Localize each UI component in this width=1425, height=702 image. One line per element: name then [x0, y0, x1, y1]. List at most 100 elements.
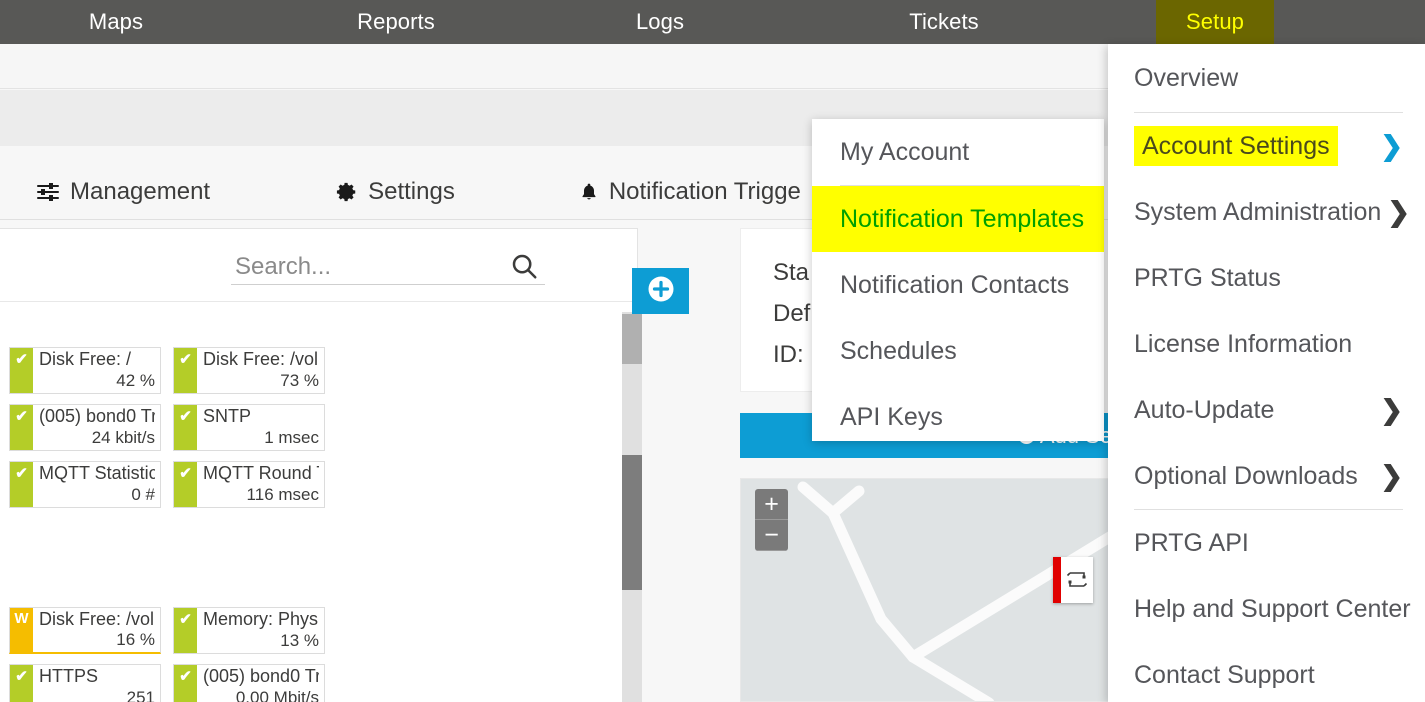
- setup-item-label-wrapper: Account Settings: [1134, 132, 1374, 161]
- panel-divider: [0, 301, 638, 302]
- setup-item-account-settings[interactable]: Account Settings ❯: [1108, 113, 1425, 179]
- setup-item-label: Account Settings: [1134, 126, 1338, 166]
- sensor-state-flag: ✔: [174, 462, 197, 507]
- sensor-value: 24 kbit/s: [39, 428, 155, 448]
- sensor-value: 1 msec: [203, 428, 319, 448]
- flyout-item-api-keys[interactable]: API Keys: [812, 384, 1104, 450]
- sensor-name: Disk Free: /vol…: [203, 349, 319, 370]
- topnav-item-maps[interactable]: Maps: [52, 0, 180, 44]
- sensor-state-flag: W: [10, 608, 33, 652]
- map-zoom-out-button[interactable]: −: [755, 520, 788, 551]
- sensor-state-flag: ✔: [174, 348, 197, 393]
- topnav-item-setup[interactable]: Setup: [1156, 0, 1274, 44]
- setup-item-label: Contact Support: [1134, 661, 1315, 690]
- sensor-value: 73 %: [203, 371, 319, 391]
- map-zoom-in-button[interactable]: +: [755, 489, 788, 520]
- sensor-name: (005) bond0 Tr…: [39, 406, 155, 427]
- sensor-grid-bottom: k Free: / 49 % W Disk Free: /vol… 16 % ✔…: [0, 607, 589, 702]
- flyout-item-my-account[interactable]: My Account: [812, 119, 1104, 185]
- sensor-grid-top: U Load 10 3 % ✔ Disk Free: / 42 % ✔ Disk…: [0, 347, 589, 518]
- setup-item-label: Help and Support Center: [1134, 595, 1411, 624]
- plus-circle-icon: [646, 274, 676, 309]
- sensor-tile[interactable]: ✔ SNTP 1 msec: [173, 404, 325, 451]
- sensor-value: 13 %: [203, 631, 319, 651]
- setup-item-label: System Administration: [1134, 198, 1381, 227]
- setup-item-label: PRTG Status: [1134, 264, 1281, 293]
- account-settings-flyout-menu: My Account Notification Templates Notifi…: [812, 119, 1104, 441]
- tab-management[interactable]: Management: [22, 178, 224, 206]
- chevron-right-icon: ❯: [1380, 395, 1403, 426]
- sensor-name: Disk Free: /vol…: [39, 609, 155, 630]
- setup-item-contact-support[interactable]: Contact Support: [1108, 642, 1425, 702]
- sensor-tile[interactable]: ✔ Disk Free: / 42 %: [9, 347, 161, 394]
- sensor-list-panel: Search... U Load 10 3 %: [0, 228, 638, 702]
- map-zoom-controls[interactable]: + −: [755, 489, 788, 551]
- sensor-state-flag: ✔: [10, 405, 33, 450]
- setup-item-prtg-status[interactable]: PRTG Status: [1108, 245, 1425, 311]
- sensor-list-scrollbar-thumb[interactable]: [622, 455, 642, 590]
- top-navigation-bar: Maps Reports Logs Tickets Setup: [0, 0, 1425, 44]
- sensor-tile[interactable]: ✔ Memory: Physi… 13 %: [173, 607, 325, 654]
- setup-item-label: Optional Downloads: [1134, 462, 1374, 491]
- add-button[interactable]: [632, 268, 689, 314]
- sensor-tile[interactable]: ✔ Disk Free: /vol… 73 %: [173, 347, 325, 394]
- setup-item-label: Overview: [1134, 64, 1238, 93]
- map-device-marker[interactable]: [1053, 557, 1093, 603]
- flyout-item-label: Notification Contacts: [840, 271, 1069, 300]
- topnav-item-logs[interactable]: Logs: [612, 0, 708, 44]
- setup-item-license-information[interactable]: License Information: [1108, 311, 1425, 377]
- sensor-tile[interactable]: ✔ (005) bond0 Tr… 0.00 Mbit/s: [173, 664, 325, 702]
- sensor-row: U Load 10 3 % ✔ Disk Free: / 42 % ✔ Disk…: [0, 347, 589, 394]
- device-icon: [1061, 568, 1093, 592]
- sensor-state-flag: ✔: [174, 665, 197, 702]
- flyout-item-notification-templates[interactable]: Notification Templates: [812, 186, 1104, 252]
- chevron-right-icon: ❯: [1380, 131, 1403, 162]
- tab-notification-triggers[interactable]: Notification Trigge: [565, 178, 815, 206]
- setup-item-help-and-support-center[interactable]: Help and Support Center: [1108, 576, 1425, 642]
- sensor-name: Disk Free: /: [39, 349, 155, 370]
- gear-icon: [336, 181, 358, 203]
- sensor-tile[interactable]: ✔ (005) bond0 Tr… 24 kbit/s: [9, 404, 161, 451]
- sensor-state-flag: ✔: [174, 405, 197, 450]
- sensor-tile[interactable]: ✔ MQTT Round T… 116 msec: [173, 461, 325, 508]
- sensor-tile[interactable]: W Disk Free: /vol… 16 %: [9, 607, 161, 654]
- setup-item-auto-update[interactable]: Auto-Update ❯: [1108, 377, 1425, 443]
- sensor-name: MQTT Statistic…: [39, 463, 155, 484]
- topnav-item-tickets[interactable]: Tickets: [880, 0, 1008, 44]
- search-placeholder: Search...: [235, 253, 331, 281]
- sensor-row: ical Disk: S… Normal ✔ MQTT Statistic… 0…: [0, 461, 589, 508]
- sensor-name: HTTPS: [39, 666, 155, 687]
- flyout-item-notification-contacts[interactable]: Notification Contacts: [812, 252, 1104, 318]
- sensor-tile[interactable]: ✔ MQTT Statistic… 0 #: [9, 461, 161, 508]
- setup-item-overview[interactable]: Overview: [1108, 44, 1425, 112]
- tab-label: Management: [70, 178, 210, 206]
- setup-item-prtg-api[interactable]: PRTG API: [1108, 510, 1425, 576]
- setup-item-optional-downloads[interactable]: Optional Downloads ❯: [1108, 443, 1425, 509]
- sensor-tile[interactable]: ✔ HTTPS 251: [9, 664, 161, 702]
- setup-item-system-administration[interactable]: System Administration ❯: [1108, 179, 1425, 245]
- tab-label: Notification Trigge: [609, 178, 801, 206]
- sensor-value: 42 %: [39, 371, 155, 391]
- chevron-right-icon: ❯: [1387, 197, 1410, 228]
- setup-item-label: Auto-Update: [1134, 396, 1374, 425]
- search-icon[interactable]: [509, 251, 539, 286]
- flyout-item-schedules[interactable]: Schedules: [812, 318, 1104, 384]
- sensor-row: ical Disk: V… Normal ✔ HTTPS 251 ✔ (005)…: [0, 664, 589, 702]
- sensor-value: 0.00 Mbit/s: [203, 688, 319, 702]
- topnav-label: Setup: [1186, 9, 1244, 35]
- marker-status-indicator: [1053, 557, 1061, 603]
- sensor-state-flag: ✔: [174, 608, 197, 653]
- sensor-name: MQTT Round T…: [203, 463, 319, 484]
- topnav-label: Logs: [636, 9, 684, 35]
- sensor-state-flag: ✔: [10, 665, 33, 702]
- search-box[interactable]: Search...: [231, 247, 545, 291]
- setup-item-label: PRTG API: [1134, 529, 1249, 558]
- sensor-name: Memory: Physi…: [203, 609, 319, 630]
- sensor-value: 116 msec: [203, 485, 319, 505]
- topnav-item-reports[interactable]: Reports: [332, 0, 460, 44]
- bell-icon: [579, 181, 599, 203]
- sensor-row: ical Disk: V… Normal ✔ (005) bond0 Tr… 2…: [0, 404, 589, 451]
- tab-settings[interactable]: Settings: [322, 178, 469, 206]
- sensor-list-scrollbar-thumb-secondary[interactable]: [622, 314, 642, 364]
- topnav-label: Reports: [357, 9, 435, 35]
